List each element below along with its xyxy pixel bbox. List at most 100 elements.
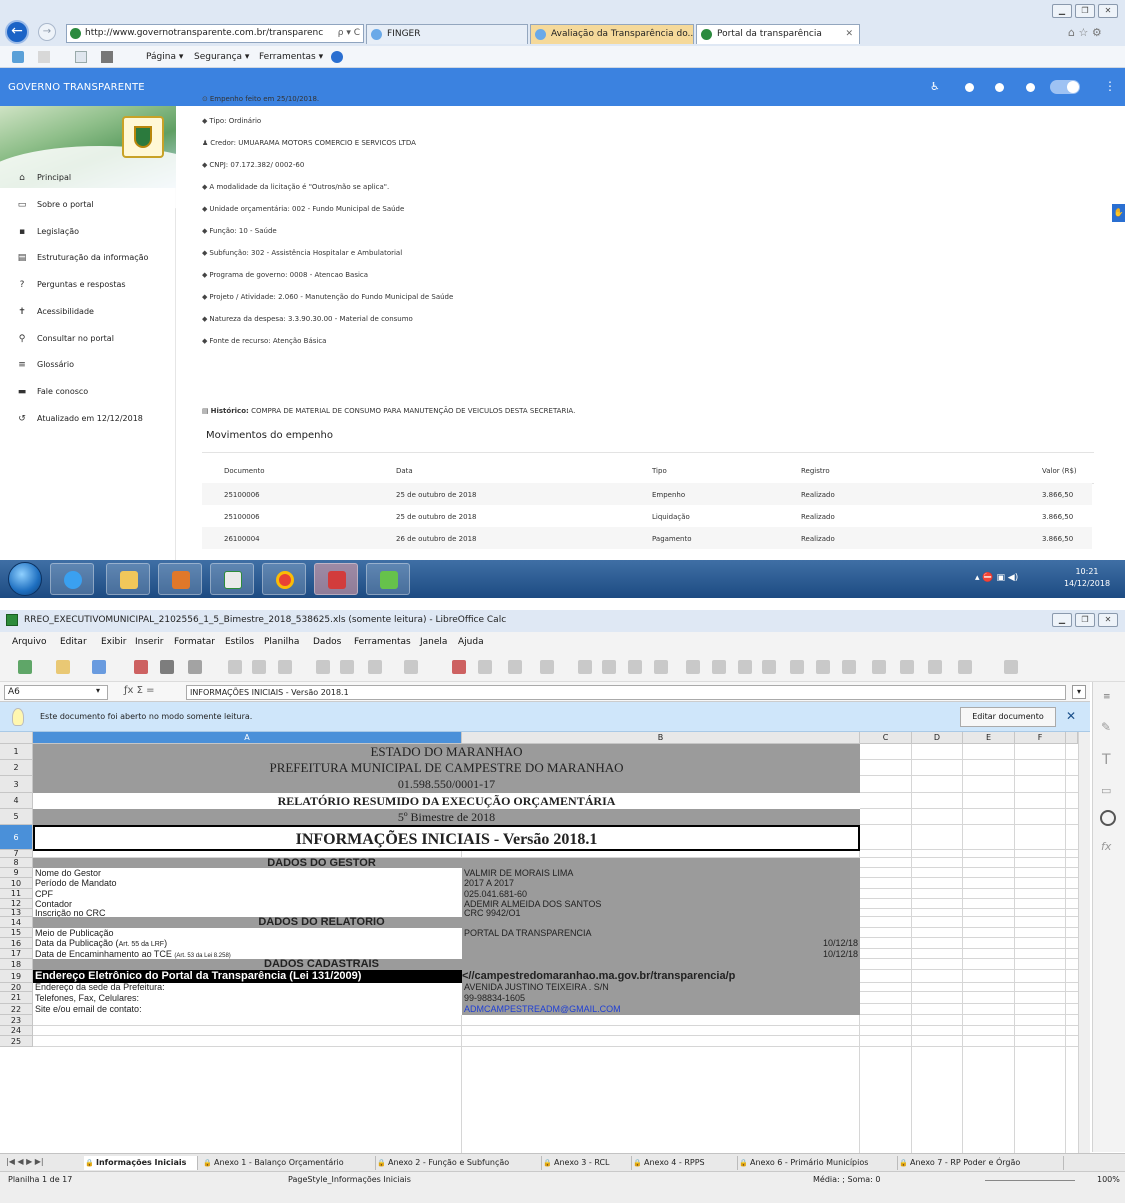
namebox-dropdown-icon[interactable]: ▾ xyxy=(96,686,100,695)
theme-toggle[interactable] xyxy=(1050,80,1080,94)
row-header[interactable]: 4 xyxy=(0,793,33,809)
forward-button[interactable]: → xyxy=(38,23,56,41)
sidebar-item[interactable]: ⚲ Consultar no portal xyxy=(16,332,114,346)
value-cell[interactable]: ADEMIR ALMEIDA DOS SANTOS xyxy=(462,899,860,909)
report-period[interactable]: 5º Bimestre de 2018 xyxy=(33,809,860,825)
row-header[interactable]: 9 xyxy=(0,868,33,878)
clone-icon[interactable] xyxy=(316,660,330,674)
function-wizard-icon[interactable]: ƒx Σ = xyxy=(124,685,155,696)
show-draw-icon[interactable] xyxy=(928,660,942,674)
column-header-D[interactable]: D xyxy=(912,732,963,744)
value-cell[interactable]: 10/12/18 xyxy=(462,938,860,949)
row-header[interactable]: 19 xyxy=(0,970,33,983)
sheet-tab[interactable]: Anexo 7 - RP Poder e Órgão xyxy=(898,1156,1064,1170)
row-header[interactable]: 13 xyxy=(0,909,33,917)
autospell-icon[interactable] xyxy=(478,660,492,674)
row-header[interactable]: 15 xyxy=(0,928,33,938)
value-cell[interactable]: 10/12/18 xyxy=(462,949,860,959)
sidebar-item[interactable]: ? Perguntas e respostas xyxy=(16,278,126,292)
print-icon[interactable] xyxy=(101,51,113,63)
taskbar-app[interactable] xyxy=(366,563,410,595)
selected-cell-A6[interactable]: INFORMAÇÕES INICIAIS - Versão 2018.1 xyxy=(33,825,860,851)
tab-portal[interactable]: Portal da transparência ✕ xyxy=(696,24,860,44)
tools-menu[interactable]: Ferramentas ▾ xyxy=(259,50,323,64)
clock[interactable]: 10:21 14/12/2018 xyxy=(1058,566,1116,590)
font-increase-icon[interactable] xyxy=(995,83,1004,92)
sheet-nav-icons[interactable]: |◀ ◀ ▶ ▶| xyxy=(6,1157,44,1166)
favorites-icons[interactable]: ⌂ ☆ ⚙ xyxy=(1068,26,1102,39)
taskbar-explorer[interactable] xyxy=(106,563,150,595)
close-button[interactable]: ✕ xyxy=(1098,4,1118,18)
sidebar-menu-icon[interactable]: ≡ xyxy=(1103,692,1111,702)
value-cell[interactable]: 99-98834-1605 xyxy=(462,992,860,1004)
sidebar-item[interactable]: ≡ Glossário xyxy=(16,358,74,372)
label-cell[interactable]: Período de Mandato xyxy=(33,878,462,889)
column-header-F[interactable]: F xyxy=(1015,732,1066,744)
value-cell[interactable]: CRC 9942/O1 xyxy=(462,909,860,917)
maximize-button[interactable]: ❐ xyxy=(1075,4,1095,18)
filter-icon[interactable] xyxy=(654,660,668,674)
label-cell[interactable]: Nome do Gestor xyxy=(33,868,462,878)
contrast-icon[interactable] xyxy=(965,83,974,92)
menu-7[interactable]: Dados xyxy=(313,636,341,648)
row-header[interactable]: 25 xyxy=(0,1036,33,1047)
row-header[interactable]: 21 xyxy=(0,992,33,1004)
sidebar-item[interactable]: ⌂ Principal xyxy=(16,171,71,185)
hyperlink-icon[interactable] xyxy=(790,660,804,674)
row-header[interactable]: 3 xyxy=(0,776,33,793)
menu-10[interactable]: Ajuda xyxy=(458,636,484,648)
formula-input[interactable]: INFORMAÇÕES INICIAIS - Versão 2018.1 xyxy=(186,685,1066,700)
address-controls[interactable]: ρ ▾ C xyxy=(334,25,360,42)
row-header[interactable]: 10 xyxy=(0,878,33,889)
help-icon[interactable] xyxy=(331,51,343,63)
redo-icon[interactable] xyxy=(404,660,418,674)
row-header[interactable]: 24 xyxy=(0,1026,33,1036)
properties-icon[interactable]: ✎ xyxy=(1101,720,1111,734)
portal-url-label[interactable]: Endereço Eletrônico do Portal da Transpa… xyxy=(33,970,462,983)
sidebar-item[interactable]: ✝ Acessibilidade xyxy=(16,305,94,319)
image-icon[interactable] xyxy=(686,660,700,674)
export-pdf-icon[interactable] xyxy=(134,660,148,674)
column-header-A[interactable]: A xyxy=(33,732,462,744)
font-decrease-icon[interactable] xyxy=(1026,83,1035,92)
tab-finger[interactable]: FINGER xyxy=(366,24,528,44)
row-header[interactable]: 16 xyxy=(0,938,33,949)
portal-title[interactable]: GOVERNO TRANSPARENTE xyxy=(8,82,145,93)
value-cell[interactable]: ADMCAMPESTREADM@GMAIL.COM xyxy=(462,1004,860,1015)
sidebar-item[interactable]: ▬ Fale conosco xyxy=(16,385,88,399)
label-cell[interactable]: Telefones, Fax, Celulares: xyxy=(33,992,462,1004)
menu-3[interactable]: Inserir xyxy=(135,636,164,648)
value-cell[interactable]: PORTAL DA TRANSPARENCIA xyxy=(462,928,860,938)
row-header[interactable]: 17 xyxy=(0,949,33,959)
row-header[interactable]: 8 xyxy=(0,858,33,868)
label-cell[interactable]: Inscrição no CRC xyxy=(33,909,462,917)
row-icon[interactable] xyxy=(508,660,522,674)
column-header-E[interactable]: E xyxy=(963,732,1015,744)
spelling-icon[interactable] xyxy=(452,660,466,674)
section-dados-relatorio[interactable]: DADOS DO RELATÓRIO xyxy=(33,917,860,928)
maximize-button[interactable]: ❐ xyxy=(1075,613,1095,627)
taskbar-calc[interactable] xyxy=(210,563,254,595)
row-header[interactable]: 23 xyxy=(0,1015,33,1026)
column-header-C[interactable]: C xyxy=(860,732,912,744)
taskbar-ie[interactable] xyxy=(50,563,94,595)
close-infobar-icon[interactable]: ✕ xyxy=(1066,709,1076,723)
sidebar-item[interactable]: ▭ Sobre o portal xyxy=(16,198,94,212)
chart-icon[interactable] xyxy=(712,660,726,674)
page-menu[interactable]: Página ▾ xyxy=(146,50,183,64)
vertical-scrollbar[interactable] xyxy=(1078,732,1090,1153)
minimize-button[interactable]: ▁ xyxy=(1052,613,1072,627)
save-icon[interactable] xyxy=(92,660,106,674)
taskbar-outlook[interactable] xyxy=(158,563,202,595)
row-header[interactable]: 7 xyxy=(0,850,33,858)
menu-6[interactable]: Planilha xyxy=(264,636,299,648)
row-header[interactable]: 14 xyxy=(0,917,33,928)
address-bar[interactable]: http://www.governotransparente.com.br/tr… xyxy=(66,24,364,43)
taskbar-chrome[interactable] xyxy=(262,563,306,595)
sheet-tab[interactable]: Anexo 6 - Primário Municípios xyxy=(738,1156,898,1170)
home-icon[interactable] xyxy=(12,51,24,63)
row-header[interactable]: 5 xyxy=(0,809,33,825)
more-icon[interactable] xyxy=(958,660,972,674)
label-cell[interactable]: CPF xyxy=(33,889,462,899)
header-prefeitura[interactable]: PREFEITURA MUNICIPAL DE CAMPESTRE DO MAR… xyxy=(33,760,860,776)
